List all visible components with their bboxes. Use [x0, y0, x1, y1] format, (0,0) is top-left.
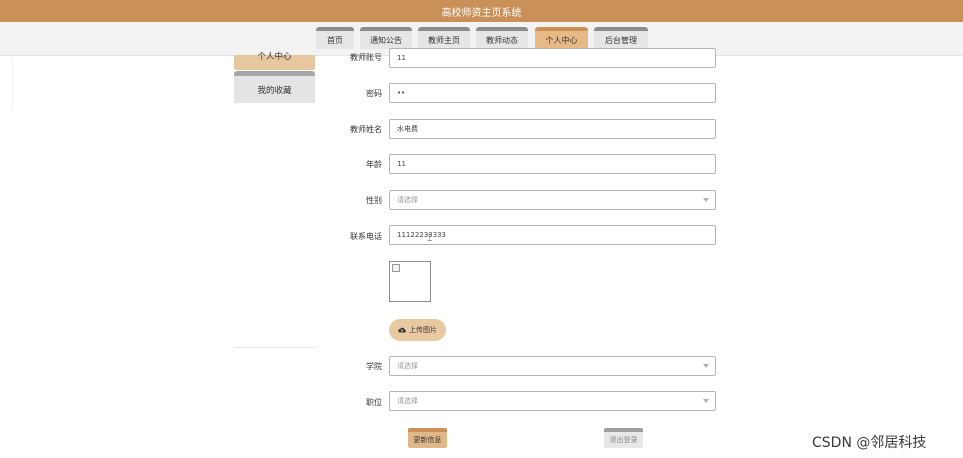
position-label: 职位	[366, 398, 382, 407]
upload-image-label: 上传图片	[409, 326, 437, 334]
phone-label: 联系电话	[350, 232, 382, 241]
chevron-down-icon	[703, 399, 709, 403]
gender-label: 性别	[366, 196, 382, 205]
password-label: 密码	[366, 89, 382, 98]
left-divider	[12, 58, 13, 110]
college-select-placeholder: 请选择	[397, 362, 418, 370]
app-title: 高校师资主页系统	[441, 7, 522, 19]
app-title-bar: 高校师资主页系统	[0, 0, 963, 22]
sidebar-divider	[234, 347, 316, 348]
logout-button[interactable]: 退出登录	[604, 428, 643, 448]
chevron-down-icon	[703, 364, 709, 368]
phone-input[interactable]: 11122233333	[389, 225, 716, 245]
photo-preview	[389, 261, 431, 302]
update-info-button[interactable]: 更新信息	[408, 428, 447, 448]
age-input[interactable]: 11	[389, 154, 716, 174]
position-select[interactable]: 请选择	[389, 391, 716, 411]
nav-tab-teacher-news[interactable]: 教师动态	[476, 27, 528, 49]
college-select[interactable]: 请选择	[389, 356, 716, 376]
teacher-account-label: 教师账号	[350, 53, 382, 62]
chevron-down-icon	[703, 198, 709, 202]
text-cursor-icon: ⌶	[427, 234, 433, 244]
teacher-account-input[interactable]: 11	[389, 48, 716, 68]
sidebar-item-personal-center[interactable]: 个人中心	[234, 52, 315, 70]
sidebar-item-label: 个人中心	[257, 51, 292, 62]
gender-select[interactable]: 请选择	[389, 190, 716, 210]
nav-tab-notices[interactable]: 通知公告	[360, 27, 412, 49]
age-label: 年龄	[366, 160, 382, 169]
watermark: CSDN @邻居科技	[812, 435, 927, 451]
college-label: 学院	[366, 362, 382, 371]
sidebar-item-label: 我的收藏	[257, 85, 292, 96]
position-select-placeholder: 请选择	[397, 397, 418, 405]
password-input[interactable]: ••	[389, 83, 716, 103]
nav-tab-personal-center[interactable]: 个人中心	[535, 27, 588, 49]
teacher-name-input[interactable]: 水电费	[389, 119, 716, 139]
nav-tab-teacher-home[interactable]: 教师主页	[418, 27, 470, 49]
sidebar-item-favorites[interactable]: 我的收藏	[234, 71, 315, 103]
broken-image-icon	[392, 264, 400, 272]
nav-tab-home[interactable]: 首页	[316, 27, 354, 49]
cloud-upload-icon	[398, 327, 406, 333]
upload-image-button[interactable]: 上传图片	[389, 319, 446, 341]
gender-select-placeholder: 请选择	[397, 196, 418, 204]
nav-tab-admin[interactable]: 后台管理	[594, 27, 648, 49]
teacher-name-label: 教师姓名	[350, 125, 382, 134]
